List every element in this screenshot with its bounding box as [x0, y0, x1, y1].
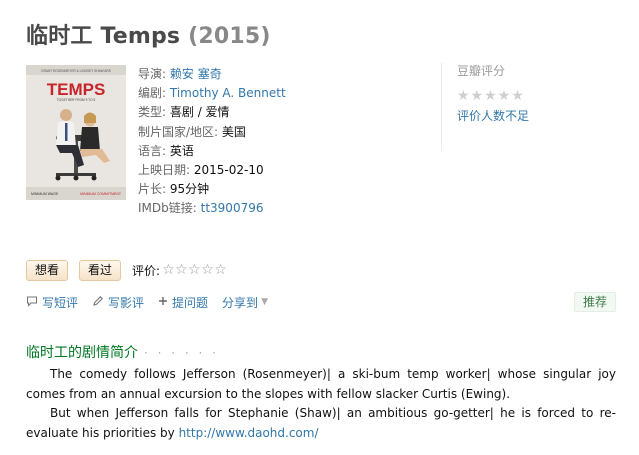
- write-review-button[interactable]: 写影评: [92, 294, 144, 311]
- poster-image: GRANT ROSENMEYER & LINDSEY SHAW ARE TEMP…: [26, 65, 126, 200]
- country-label: 制片国家/地区:: [138, 124, 219, 139]
- rating-label: 豆瓣评分: [457, 64, 506, 78]
- recommend-button[interactable]: 推荐: [574, 292, 616, 312]
- imdb-row: IMDb链接: tt3900796: [138, 199, 438, 218]
- write-short-review-label: 写短评: [42, 295, 79, 310]
- comment-icon: [26, 295, 38, 310]
- pencil-icon: [92, 295, 104, 310]
- plus-icon: [158, 295, 168, 309]
- share-dropdown[interactable]: 分享到 ▼: [222, 294, 268, 311]
- movie-poster[interactable]: GRANT ROSENMEYER & LINDSEY SHAW ARE TEMP…: [26, 65, 126, 200]
- synopsis-paragraph-1: The comedy follows Jefferson (Rosenmeyer…: [26, 367, 616, 401]
- want-to-see-button[interactable]: 想看: [26, 259, 69, 281]
- director-label: 导演:: [138, 67, 167, 81]
- language-row: 语言: 英语: [138, 142, 438, 161]
- poster-bottom-right: MINIMUM COMMITMENT: [80, 192, 122, 196]
- rate-label: 评价:: [132, 263, 161, 278]
- rating-panel: 豆瓣评分 ★★★★★ 评价人数不足: [457, 63, 577, 124]
- runtime-row: 片长: 95分钟: [138, 180, 438, 199]
- action-row: 想看 看过 评价: ☆☆☆☆☆: [26, 259, 227, 281]
- release-row: 上映日期: 2015-02-10: [138, 161, 438, 180]
- genre-row: 类型: 喜剧 / 爱情: [138, 103, 438, 122]
- release-label: 上映日期:: [138, 163, 191, 178]
- write-review-label: 写影评: [108, 295, 145, 310]
- writer-label: 编剧:: [138, 86, 167, 101]
- poster-credits-top: GRANT ROSENMEYER & LINDSEY SHAW ARE: [41, 69, 111, 73]
- country-row: 制片国家/地区: 美国: [138, 123, 438, 142]
- intro-heading-dots: · · · · · ·: [144, 346, 219, 360]
- ask-question-label: 提问题: [172, 295, 209, 310]
- release-value: 2015-02-10: [193, 163, 264, 178]
- intro-heading: 临时工的剧情简介 · · · · · ·: [26, 342, 219, 362]
- genre-value: 喜剧 / 爱情: [169, 105, 230, 120]
- writer-link[interactable]: Timothy A. Bennett: [170, 86, 286, 100]
- director-link[interactable]: 赖安 塞奇: [170, 67, 222, 81]
- poster-title: TEMPS: [47, 80, 106, 99]
- page-title: 临时工 Temps (2015): [26, 18, 271, 50]
- tools-row: 写短评 写影评 提问题 分享到 ▼: [26, 294, 282, 310]
- source-link[interactable]: http://www.daohd.com/: [179, 426, 319, 440]
- language-label: 语言:: [138, 143, 167, 158]
- synopsis-paragraph-2-text: But when Jefferson falls for Stephanie (…: [26, 406, 616, 440]
- seen-button[interactable]: 看过: [79, 259, 122, 281]
- language-value: 英语: [169, 143, 194, 158]
- country-value: 美国: [221, 124, 246, 139]
- writer-row: 编剧: Timothy A. Bennett: [138, 84, 438, 103]
- movie-info: 导演: 赖安 塞奇 编剧: Timothy A. Bennett 类型: 喜剧 …: [138, 65, 438, 219]
- rate-stars-icon[interactable]: ☆☆☆☆☆: [162, 262, 227, 278]
- poster-bottom-left: MINIMUM WAGE: [31, 192, 59, 196]
- director-row: 导演: 赖安 塞奇: [138, 65, 438, 84]
- caret-down-icon: ▼: [261, 297, 268, 307]
- synopsis-paragraph-2: But when Jefferson falls for Stephanie (…: [26, 404, 616, 443]
- imdb-link[interactable]: tt3900796: [201, 201, 264, 215]
- genre-label: 类型:: [138, 105, 167, 120]
- imdb-label: IMDb链接:: [138, 201, 197, 216]
- movie-year: (2015): [188, 24, 271, 49]
- ask-question-button[interactable]: 提问题: [158, 294, 208, 311]
- runtime-value: 95分钟: [169, 182, 210, 197]
- poster-tagline: TOGETHER FROM 9 TO 5: [57, 98, 96, 102]
- movie-name: 临时工 Temps: [26, 24, 181, 49]
- rating-insufficient-link[interactable]: 评价人数不足: [457, 107, 577, 124]
- synopsis: The comedy follows Jefferson (Rosenmeyer…: [26, 365, 616, 443]
- intro-heading-text: 临时工的剧情简介: [26, 345, 138, 361]
- runtime-label: 片长:: [138, 182, 167, 197]
- share-label: 分享到: [222, 295, 259, 310]
- write-short-review-button[interactable]: 写短评: [26, 294, 78, 311]
- divider: [441, 63, 442, 151]
- rating-stars-icon: ★★★★★: [457, 88, 525, 104]
